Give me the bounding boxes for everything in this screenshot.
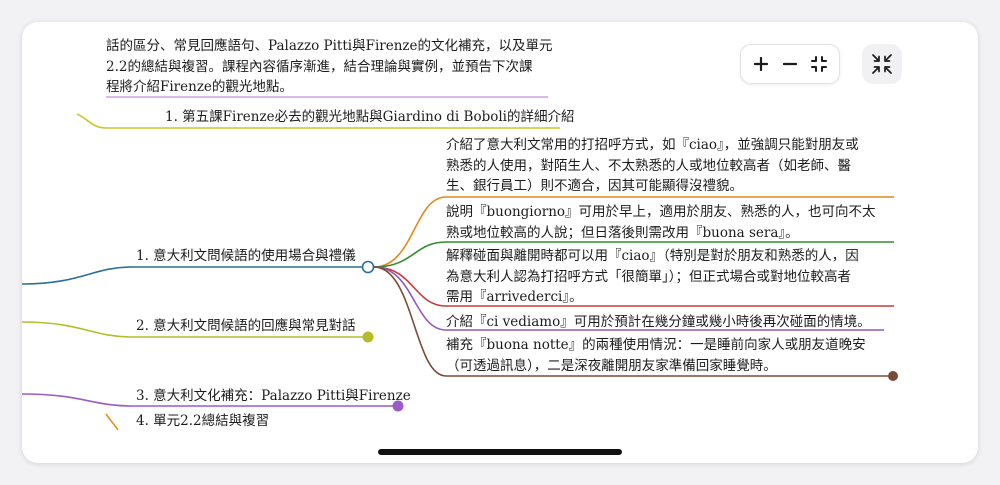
leaf-line: （可透過訊息），二是深夜離開朋友家準備回家睡覺時。: [446, 357, 777, 374]
leaf-line: 生、銀行員工）則不適合，因其可能顯得沒禮貌。: [446, 178, 743, 194]
leaf5-node: [888, 371, 898, 381]
intro-line: 話的區分、常見回應語句、Palazzo Pitti與Firenze的文化補充，以…: [106, 38, 553, 54]
plus-icon: [754, 57, 769, 71]
zoom-in-button[interactable]: [748, 51, 774, 77]
minus-icon: [782, 62, 797, 66]
zoom-toolbar: [740, 44, 840, 84]
leaf-ci-vediamo[interactable]: 介紹『ci vediamo』可用於預計在幾分鐘或幾小時後再次碰面的情境。: [446, 312, 871, 333]
branch-unit-review[interactable]: 4. 單元2.2總結與複習: [136, 411, 269, 432]
leaf-line: 熟悉的人使用，對陌生人、不太熟悉的人或地位較高者（如老師、醫: [446, 157, 851, 174]
leaf-arrivederci[interactable]: 解釋碰面與離開時都可以用『ciao』（特別是對於朋友和熟悉的人，因 為意大利人認…: [446, 246, 859, 308]
topic-next-lesson[interactable]: 1. 第五課Firenze必去的觀光地點與Giardino di Boboli的…: [165, 107, 574, 128]
branch1-node: [361, 260, 375, 274]
leaf-line: 說明『buongiorno』可用於早上，適用於朋友、熟悉的人，也可向不太: [446, 204, 876, 220]
intro-line: 2.2的總結與複習。課程內容循序漸進，結合理論與實例，並預告下次課: [106, 58, 533, 75]
leaf-line: 補充『buona notte』的兩種使用情況：一是睡前向家人或朋友道晚安: [446, 337, 866, 353]
home-indicator[interactable]: [378, 449, 622, 455]
topic-connector: [76, 113, 107, 129]
exit-fullscreen-button[interactable]: [862, 44, 902, 84]
fit-view-icon: [810, 56, 827, 72]
zoom-out-button[interactable]: [777, 51, 803, 77]
leaf-line: 解釋碰面與離開時都可以用『ciao』（特別是對於朋友和熟悉的人，因: [446, 248, 859, 264]
leaf-line: 介紹『ci vediamo』可用於預計在幾分鐘或幾小時後再次碰面的情境。: [446, 314, 871, 330]
intro-line: 程將介紹Firenze的觀光地點。: [106, 79, 293, 95]
branch-greeting-responses[interactable]: 2. 意大利文問候語的回應與常見對話: [136, 316, 356, 337]
branch2-node: [362, 331, 374, 343]
intro-paragraph: 話的區分、常見回應語句、Palazzo Pitti與Firenze的文化補充，以…: [106, 36, 553, 98]
leaf-line: 需用『arrivederci』。: [446, 289, 583, 305]
leaf-buona-notte[interactable]: 補充『buona notte』的兩種使用情況：一是睡前向家人或朋友道晚安 （可透…: [446, 335, 866, 376]
fit-view-button[interactable]: [806, 51, 832, 77]
mindmap-card: 話的區分、常見回應語句、Palazzo Pitti與Firenze的文化補充，以…: [22, 22, 978, 463]
leaf-line: 介紹了意大利文常用的打招呼方式，如『ciao』，並強調只能對朋友或: [446, 137, 859, 153]
leaf-ciao-usage[interactable]: 介紹了意大利文常用的打招呼方式，如『ciao』，並強調只能對朋友或 熟悉的人使用…: [446, 135, 859, 197]
leaf-line: 為意大利人認為打招呼方式「很簡單」）；但正式場合或對地位較高者: [446, 268, 851, 285]
leaf-line: 熟或地位較高的人說；但日落後則需改用『buona sera』。: [446, 224, 799, 241]
branch1-connector: [22, 266, 368, 285]
branch4-connector: [105, 413, 119, 431]
branch-culture-palazzo-pitti[interactable]: 3. 意大利文化補充：Palazzo Pitti與Firenze: [136, 386, 411, 407]
leaf-buongiorno[interactable]: 說明『buongiorno』可用於早上，適用於朋友、熟悉的人，也可向不太 熟或地…: [446, 202, 876, 243]
mindmap-canvas[interactable]: 話的區分、常見回應語句、Palazzo Pitti與Firenze的文化補充，以…: [22, 22, 978, 463]
branch-greeting-usage[interactable]: 1. 意大利文問候語的使用場合與禮儀: [136, 246, 356, 267]
collapse-icon: [872, 54, 892, 74]
